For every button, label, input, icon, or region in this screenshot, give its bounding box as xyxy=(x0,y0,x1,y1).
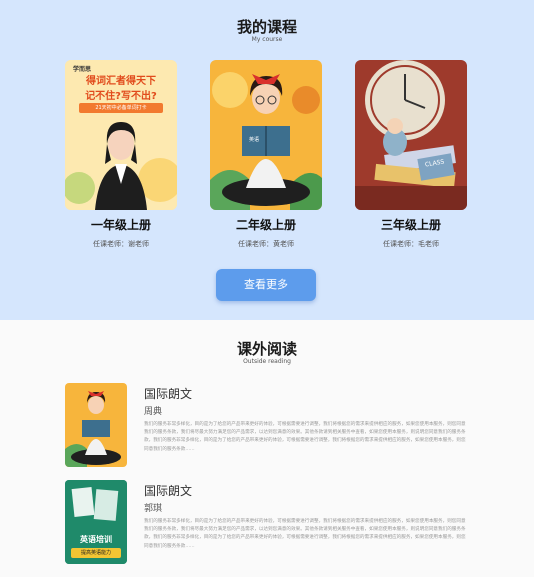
cover-headline-2: 记不住?写不出? xyxy=(85,91,157,102)
reading-author-1: 周典 xyxy=(144,407,163,417)
thumb-tagline: 提高英语能力 xyxy=(71,548,121,558)
reading-item-1[interactable]: 国际朗文 周典 我们的服务非常多样化，目的是为了给您的产品带来更好的体验，可根据… xyxy=(65,383,475,467)
course-card-1[interactable]: 学而思 得词汇者得天下 记不住?写不出? 21天初中必备单词打卡 一年级上册 任… xyxy=(65,60,177,249)
reading-thumb-2[interactable]: 英语培训 提高英语能力 xyxy=(65,480,127,564)
course-cover-2[interactable]: 英语 xyxy=(210,60,322,210)
course-card-3[interactable]: CLASS 三年级上册 任课老师：毛老师 xyxy=(355,60,467,249)
course-name-2[interactable]: 二年级上册 xyxy=(210,216,322,233)
course-cover-3[interactable]: CLASS xyxy=(355,60,467,210)
course-card-2[interactable]: 英语 二年级上册 任课老师：黄老师 xyxy=(210,60,322,249)
course-cover-1[interactable]: 学而思 得词汇者得天下 记不住?写不出? 21天初中必备单词打卡 xyxy=(65,60,177,210)
courses-subtitle: My course xyxy=(251,36,283,43)
reading-desc-1: 我们的服务非常多样化，目的是为了给您的产品带来更好的体验，可根据需要进行调整，我… xyxy=(144,422,466,452)
reading-subtitle: Outside reading xyxy=(243,358,291,365)
reading-girl-thumb xyxy=(65,383,127,467)
view-more-button[interactable]: 查看更多 xyxy=(216,269,316,301)
reading-desc-2: 我们的服务非常多样化，目的是为了给您的产品带来更好的体验，可根据需要进行调整，我… xyxy=(144,519,466,549)
courses-title: 我的课程 xyxy=(236,18,297,36)
reading-section: 课外阅读 Outside reading 国际朗文 周典 我们的服务非常多样化，… xyxy=(0,320,534,577)
book-label-2: 英语 xyxy=(248,137,259,143)
course-name-1[interactable]: 一年级上册 xyxy=(65,216,177,233)
reading-thumb-1[interactable] xyxy=(65,383,127,467)
course-name-3[interactable]: 三年级上册 xyxy=(355,216,467,233)
reading-item-2[interactable]: 英语培训 提高英语能力 国际朗文 郭琪 我们的服务非常多样化，目的是为了给您的产… xyxy=(65,480,475,564)
course-teacher-3: 任课老师：毛老师 xyxy=(383,240,439,248)
reading-girl-illustration xyxy=(210,60,322,210)
course-teacher-2: 任课老师：黄老师 xyxy=(238,240,294,248)
cover-banner: 21天初中必备单词打卡 xyxy=(79,103,163,113)
reading-title-1[interactable]: 国际朗文 xyxy=(144,385,192,402)
courses-section: 我的课程 My course 学而思 得词汇者得天下 记不住?写不出? 21天初… xyxy=(0,0,534,320)
clock-books-illustration xyxy=(355,60,467,210)
reading-author-2: 郭琪 xyxy=(144,504,163,514)
reading-title: 课外阅读 xyxy=(236,340,297,358)
cover-headline-1: 得词汇者得天下 xyxy=(86,76,156,87)
reading-title-2[interactable]: 国际朗文 xyxy=(144,482,192,499)
thumb-headline: 英语培训 xyxy=(80,535,112,544)
course-teacher-1: 任课老师：谢老师 xyxy=(93,240,149,248)
